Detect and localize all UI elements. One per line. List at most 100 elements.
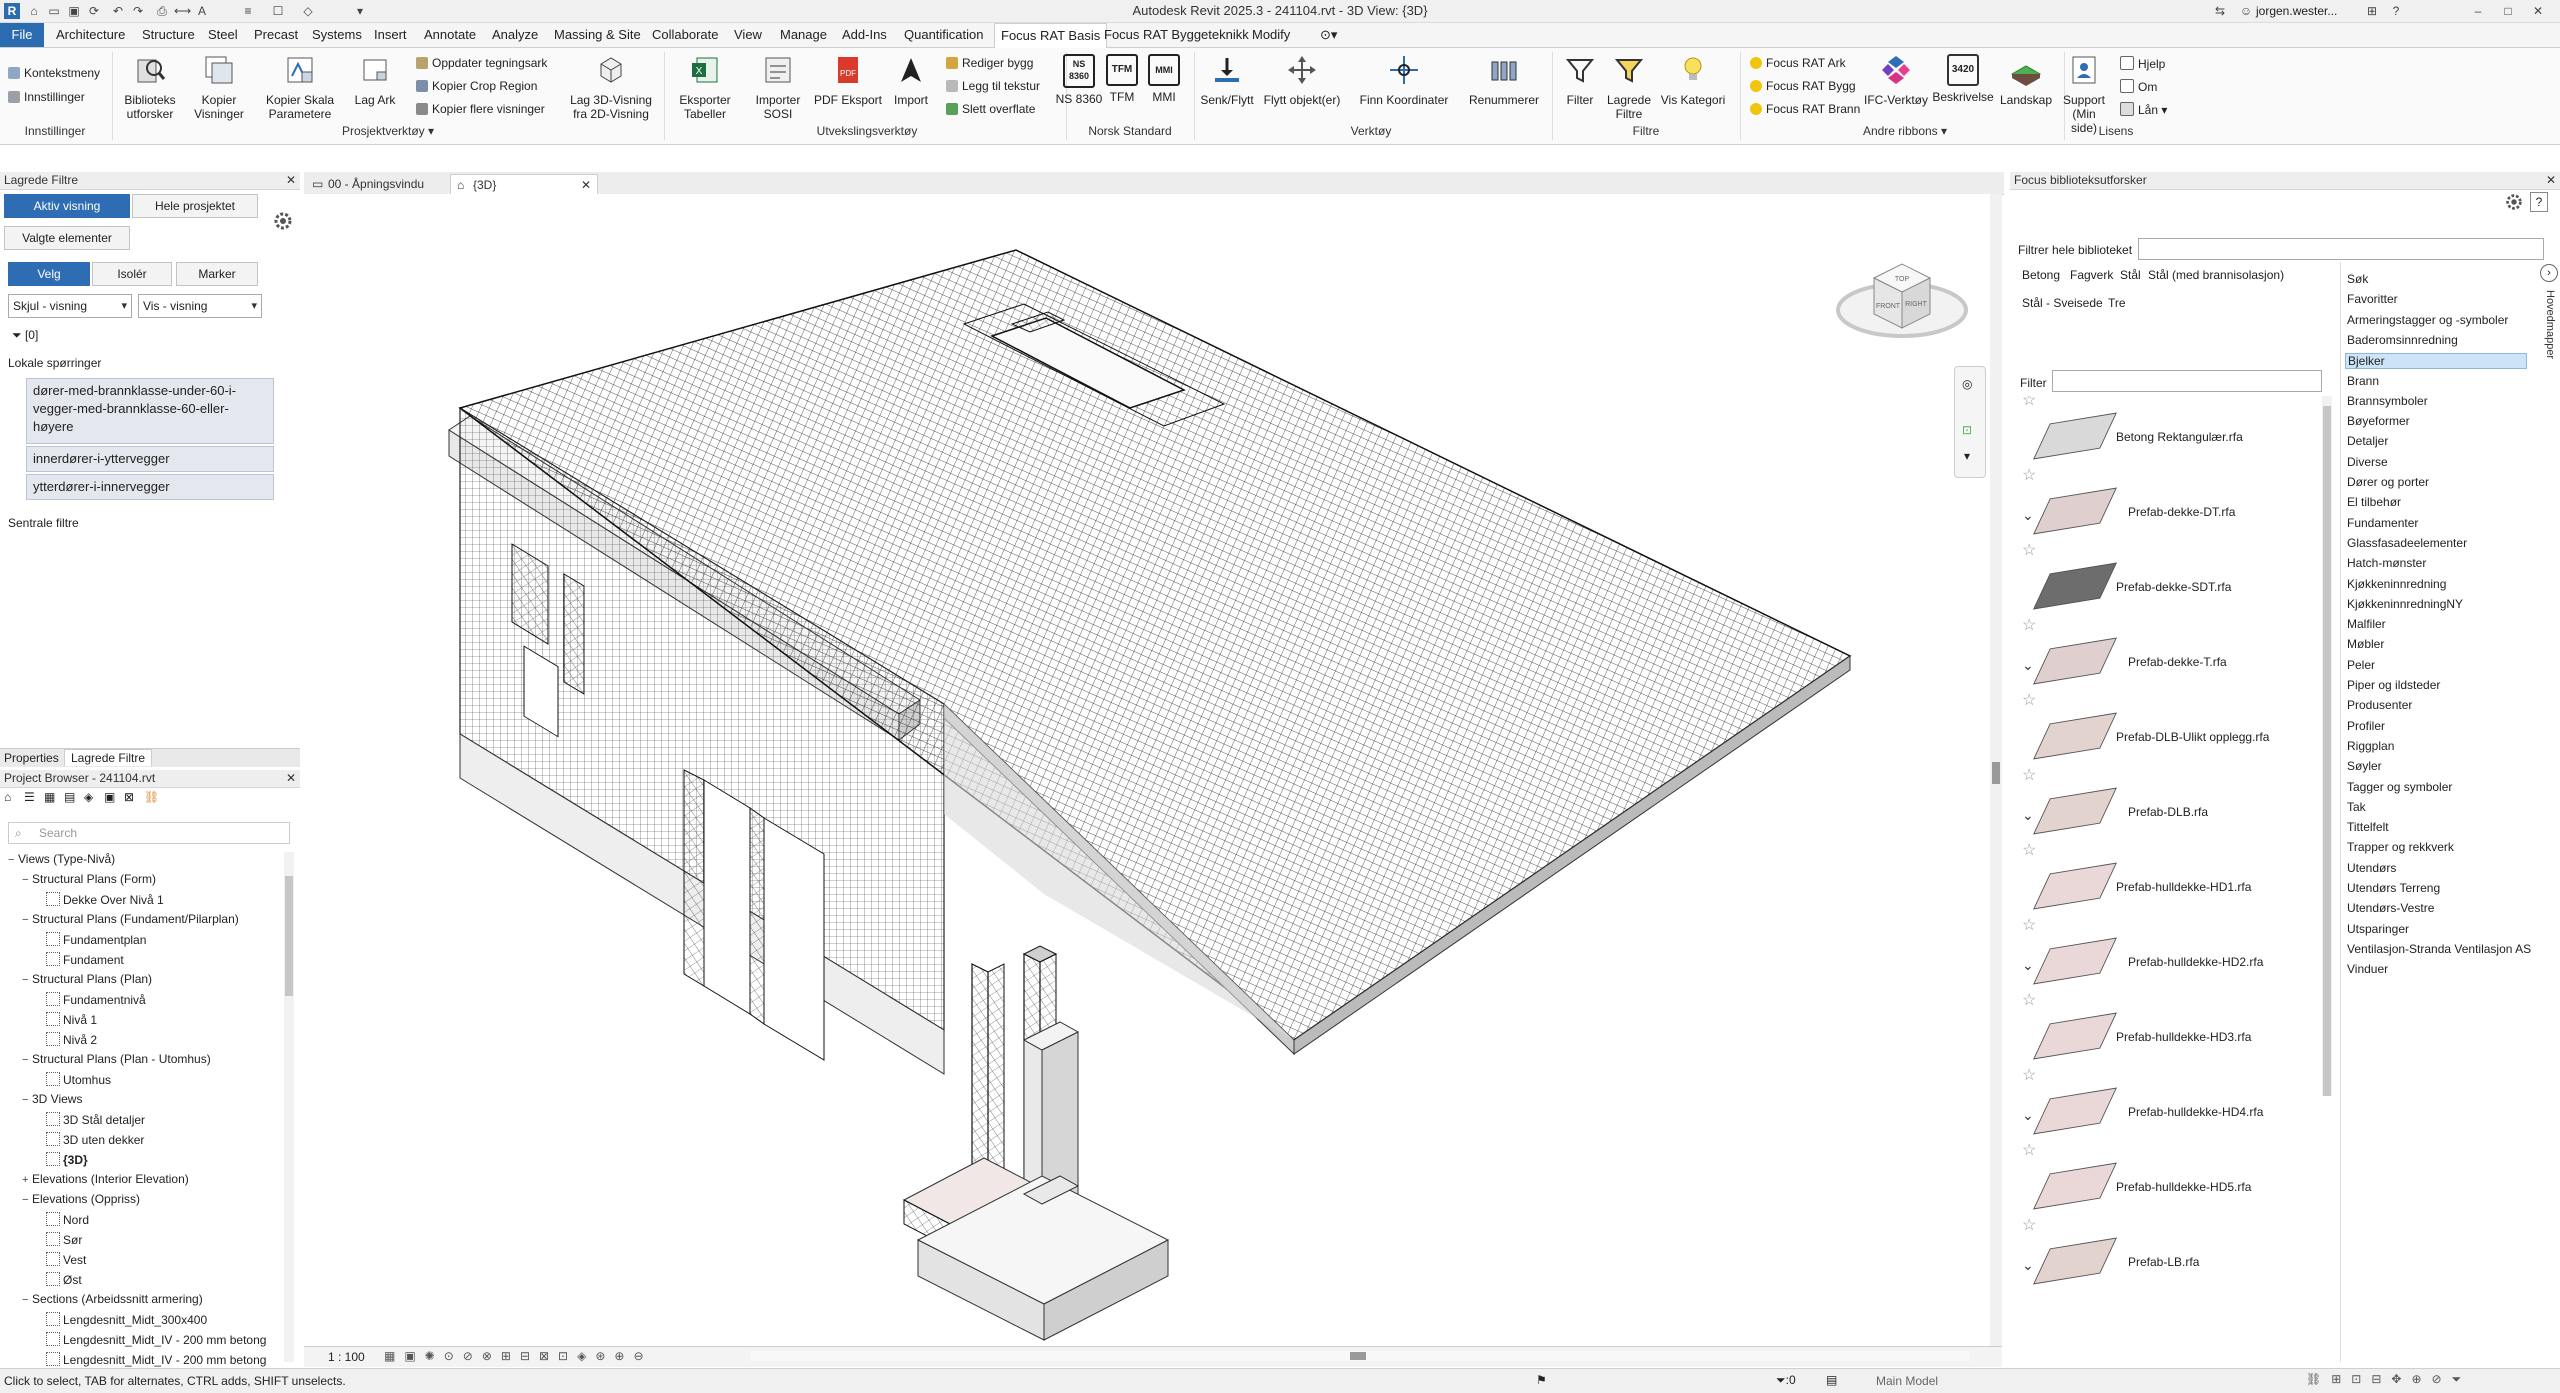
collapse-icon[interactable]: −	[22, 1294, 32, 1306]
import-button[interactable]: Import	[886, 54, 936, 107]
close-window-icon[interactable]: ✕	[2530, 3, 2546, 19]
library-item[interactable]: Prefab-dekke-T.rfa	[2033, 635, 2324, 691]
library-item[interactable]: Prefab-hulldekke-HD1.rfa	[2033, 860, 2324, 916]
tree-item[interactable]: Nivå 2	[36, 1032, 97, 1047]
tab-massing-site[interactable]: Massing & Site	[554, 27, 641, 42]
library-item[interactable]: Prefab-DLB-Ulikt opplegg.rfa	[2033, 710, 2324, 766]
tree-item[interactable]: − Structural Plans (Fundament/Pilarplan)	[22, 912, 239, 926]
customize-icon[interactable]: ▾	[352, 3, 368, 19]
support-button[interactable]: Support (Min side)	[2060, 54, 2108, 135]
library-item[interactable]: Prefab-hulldekke-HD5.rfa	[2033, 1160, 2324, 1216]
category-item[interactable]: Piper og ildsteder	[2347, 678, 2440, 692]
help-icon[interactable]: ?	[2388, 3, 2404, 19]
vis-select[interactable]: Vis - visning	[138, 294, 262, 318]
star-icon[interactable]: ☆	[2022, 540, 2036, 560]
tree-item[interactable]: Fundamentnivå	[36, 992, 146, 1007]
tree-item[interactable]: + Elevations (Interior Elevation)	[22, 1172, 189, 1186]
category-item[interactable]: El tilbehør	[2347, 495, 2401, 509]
landskap-button[interactable]: Landskap	[1996, 54, 2056, 107]
tree-item[interactable]: − Views (Type-Nivå)	[8, 852, 115, 866]
chevron-down-icon[interactable]: ⌄	[2022, 957, 2034, 974]
skjul-select[interactable]: Skjul - visning	[8, 294, 132, 318]
tab-modify[interactable]: Modify	[1252, 27, 1290, 42]
rediger-bygg-button[interactable]: Rediger bygg	[946, 56, 1033, 70]
tab-systems[interactable]: Systems	[312, 27, 362, 42]
tree-item[interactable]: −3D Views	[22, 1092, 82, 1106]
close-icon[interactable]: ✕	[2546, 172, 2556, 189]
3d-viewport[interactable]: TOP FRONT RIGHT ◎ ⊡ ▾	[304, 194, 1990, 1346]
tab-insert[interactable]: Insert	[374, 27, 407, 42]
star-icon[interactable]: ☆	[2022, 915, 2036, 935]
category-item[interactable]: Søk	[2347, 272, 2368, 286]
velg-button[interactable]: Velg	[8, 262, 90, 286]
star-icon[interactable]: ☆	[2022, 615, 2036, 635]
workset-icon[interactable]: ⚑	[1536, 1373, 1547, 1387]
tree-item[interactable]: Nivå 1	[36, 1012, 97, 1027]
lag-ark-button[interactable]: Lag Ark	[350, 54, 400, 107]
category-item[interactable]: Bjelker	[2345, 353, 2527, 370]
tab-annotate[interactable]: Annotate	[424, 27, 476, 42]
star-icon[interactable]: ☆	[2022, 465, 2036, 485]
tree-item[interactable]: Utomhus	[36, 1072, 111, 1087]
category-item[interactable]: Utsparinger	[2347, 922, 2409, 936]
minimize-icon[interactable]: –	[2470, 3, 2486, 19]
flytt-objekter-button[interactable]: Flytt objekt(er)	[1260, 54, 1344, 107]
library-item[interactable]: Prefab-LB.rfa	[2033, 1235, 2324, 1291]
viewcube-front[interactable]: FRONT	[1876, 303, 1901, 310]
vis-kategori-button[interactable]: Vis Kategori	[1654, 54, 1732, 107]
category-item[interactable]: Vinduer	[2347, 962, 2388, 976]
view-scroll-thumb-v[interactable]	[1992, 762, 2000, 784]
star-icon[interactable]: ☆	[2022, 396, 2036, 410]
importer-sosi-button[interactable]: Importer SOSI	[748, 54, 808, 121]
tab-apningsvindu[interactable]: ▭ 00 - Åpningsvindu	[306, 174, 468, 194]
maximize-icon[interactable]: □	[2500, 3, 2516, 19]
chevron-down-icon[interactable]: ⌄	[2022, 807, 2034, 824]
query-item[interactable]: dører-med-brannklasse-under-60-i-vegger-…	[26, 378, 274, 444]
group-prosjektverktoy[interactable]: Prosjektverktøy ▾	[118, 124, 658, 138]
category-item[interactable]: Fundamenter	[2347, 516, 2418, 530]
focus-rat-ark-button[interactable]: Focus RAT Ark	[1750, 56, 1846, 70]
category-item[interactable]: Tittelfelt	[2347, 820, 2389, 834]
tree-item[interactable]: Lengdesnitt_Midt_IV - 200 mm betong	[36, 1352, 266, 1367]
user-icon[interactable]: ☺	[2238, 3, 2254, 19]
star-icon[interactable]: ☆	[2022, 1140, 2036, 1160]
subtab-stal-brann[interactable]: Stål (med brannisolasjon)	[2148, 268, 2284, 282]
category-item[interactable]: Tagger og symboler	[2347, 780, 2452, 794]
viewcube[interactable]: TOP FRONT RIGHT	[1834, 250, 1970, 354]
library-item[interactable]: Prefab-hulldekke-HD3.rfa	[2033, 1010, 2324, 1066]
model-name[interactable]: Main Model	[1876, 1374, 1938, 1388]
category-item[interactable]: Bøyeformer	[2347, 414, 2410, 428]
mmi-button[interactable]: MMI MMI	[1142, 54, 1186, 104]
oppdater-tegningsark-button[interactable]: Oppdater tegningsark	[416, 56, 547, 70]
view-control-icons[interactable]: ▦▣✺⊙⊘⊗⊞⊟⊠⊡◈⊛⊕⊖	[384, 1349, 653, 1363]
hjelp-button[interactable]: Hjelp	[2120, 56, 2165, 71]
query-item[interactable]: innerdører-i-yttervegger	[26, 446, 274, 472]
legg-til-tekstur-button[interactable]: Legg til tekstur	[946, 79, 1040, 93]
tree-item[interactable]: − Elevations (Oppriss)	[22, 1192, 140, 1206]
close-icon[interactable]: ✕	[286, 770, 296, 787]
editable-icon[interactable]: ▤	[1826, 1373, 1837, 1387]
category-item[interactable]: Detaljer	[2347, 434, 2388, 448]
valgte-elementer-button[interactable]: Valgte elementer	[4, 226, 130, 250]
filter-button[interactable]: Filter	[1556, 54, 1604, 107]
lan-button[interactable]: Lån ▾	[2120, 102, 2167, 117]
tab-structure[interactable]: Structure	[142, 27, 195, 42]
tree-item[interactable]: − Structural Plans (Form)	[22, 872, 156, 886]
zoom-icon[interactable]: ⊡	[1962, 423, 1972, 437]
beskrivelse-button[interactable]: 3420 Beskrivelse	[1930, 54, 1996, 104]
text-icon[interactable]: A	[194, 3, 210, 19]
ifc-verktoy-button[interactable]: IFC-Verktøy	[1862, 54, 1930, 107]
tab-quantification[interactable]: Quantification	[904, 27, 984, 42]
sheet-icon[interactable]: ▤	[64, 790, 75, 804]
tree-item[interactable]: 3D uten dekker	[36, 1132, 144, 1147]
collapse-icon[interactable]: −	[8, 854, 18, 866]
viewcube-right[interactable]: RIGHT	[1905, 301, 1928, 308]
finn-koordinater-button[interactable]: Finn Koordinater	[1354, 54, 1454, 107]
viewcube-top[interactable]: TOP	[1895, 276, 1910, 283]
tree-item[interactable]: − Sections (Arbeidssnitt armering)	[22, 1292, 203, 1306]
family-icon[interactable]: ◈	[84, 790, 93, 804]
browser-search-input[interactable]: ⌕ Search	[8, 822, 290, 844]
pdf-eksport-button[interactable]: PDF PDF Eksport	[814, 54, 882, 107]
star-icon[interactable]: ☆	[2022, 990, 2036, 1010]
kopier-visninger-button[interactable]: Kopier Visninger	[188, 54, 250, 121]
